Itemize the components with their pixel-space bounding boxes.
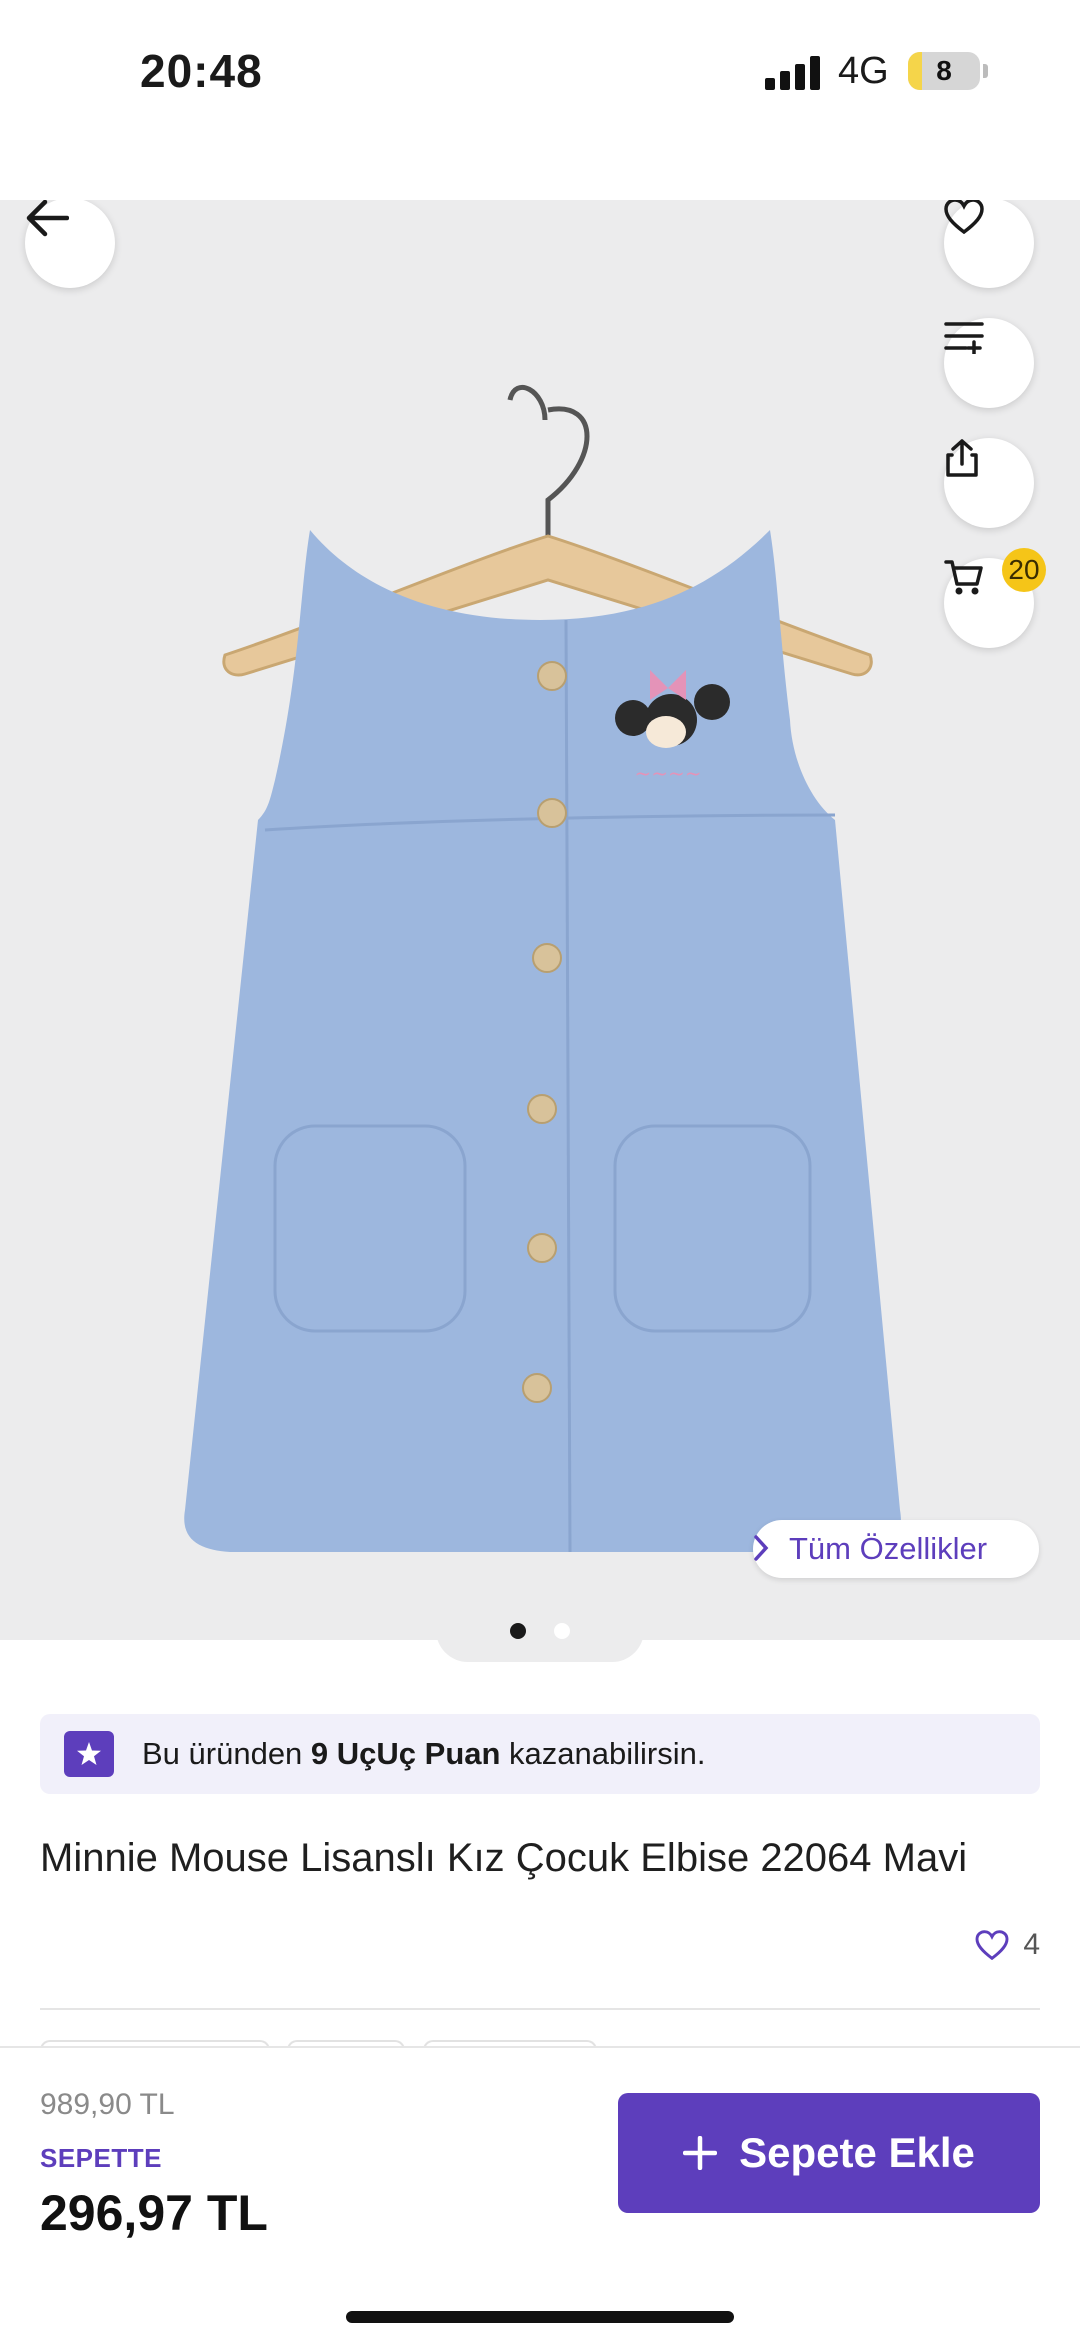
old-price: 989,90 TL: [40, 2088, 175, 2121]
svg-text:~~~~: ~~~~: [634, 761, 701, 785]
gallery-dot[interactable]: [554, 1623, 570, 1639]
chevron-right-icon: [754, 1535, 769, 1561]
signal-icon: [765, 56, 820, 90]
battery-cap: [983, 64, 988, 78]
add-to-cart-label: Sepete Ekle: [739, 2129, 975, 2176]
plus-icon: [683, 2136, 718, 2170]
star-ticket-icon: [64, 1731, 114, 1777]
heart-icon: [944, 200, 984, 234]
cart-button[interactable]: 20: [944, 548, 1046, 648]
favorite-button[interactable]: [944, 200, 1034, 288]
network-type: 4G: [838, 50, 889, 92]
all-features-button[interactable]: Tüm Özellikler: [753, 1520, 1039, 1578]
favorites-count[interactable]: 4: [975, 1928, 1040, 1962]
product-image[interactable]: ~~~~ 20 Tüm Özellikler: [0, 200, 1080, 1640]
product-title: Minnie Mouse Lisanslı Kız Çocuk Elbise 2…: [40, 1836, 968, 1880]
status-time: 20:48: [140, 45, 263, 97]
back-arrow-icon: [26, 200, 69, 237]
basket-price-label: SEPETTE: [40, 2143, 162, 2173]
share-button[interactable]: [944, 438, 1034, 528]
heart-icon: [975, 1930, 1009, 1960]
favorites-count-value: 4: [1023, 1928, 1040, 1961]
status-bar: 20:48 4G 8: [0, 0, 1080, 150]
back-button[interactable]: [25, 200, 115, 288]
battery-level: 8: [936, 55, 952, 86]
battery-icon: 8: [908, 52, 980, 90]
list-add-icon: [944, 322, 984, 354]
points-text: Bu üründen 9 UçUç Puan kazanabilirsin.: [142, 1736, 706, 1771]
current-price: 296,97 TL: [40, 2185, 268, 2241]
dress-illustration: ~~~~: [184, 385, 901, 1553]
cart-count-badge: 20: [1002, 548, 1046, 592]
compare-button[interactable]: [944, 318, 1034, 408]
gallery-dot-active[interactable]: [510, 1623, 526, 1639]
gallery-pagination[interactable]: [436, 1598, 644, 1662]
cart-icon: [944, 560, 983, 595]
all-features-label: Tüm Özellikler: [789, 1531, 988, 1566]
divider: [40, 2008, 1040, 2010]
share-icon: [946, 439, 978, 477]
home-indicator[interactable]: [346, 2311, 734, 2323]
add-to-cart-button[interactable]: Sepete Ekle: [618, 2093, 1040, 2213]
points-banner: Bu üründen 9 UçUç Puan kazanabilirsin.: [40, 1714, 1040, 1794]
bottom-purchase-bar: 989,90 TL SEPETTE 296,97 TL Sepete Ekle: [0, 2046, 1080, 2343]
